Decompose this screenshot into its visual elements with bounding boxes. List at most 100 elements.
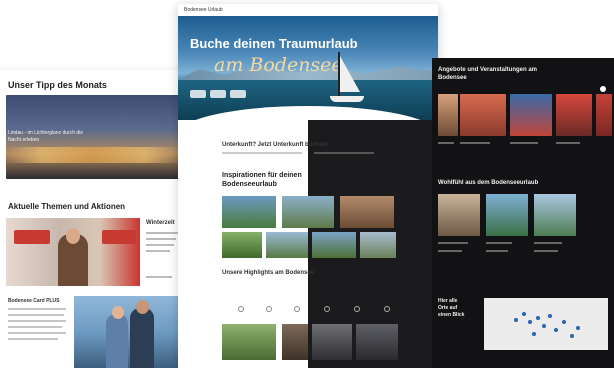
map-marker-icon[interactable] <box>514 318 518 322</box>
hero-button-row <box>190 90 246 98</box>
top-nav: Bodensee Urlaub <box>178 4 438 16</box>
text-placeholder-line <box>534 250 558 252</box>
highlight-thumb[interactable] <box>312 324 352 360</box>
offers-title-line1: Angebote und Veranstaltungen am <box>438 67 538 73</box>
text-placeholder-line <box>146 276 172 278</box>
inspiration-thumb[interactable] <box>266 232 308 258</box>
card-plus-title: Bodensee Card PLUS <box>8 298 60 304</box>
text-placeholder-line <box>146 250 170 252</box>
highlight-icon[interactable] <box>384 306 390 312</box>
map-title-line3: einen Blick <box>438 312 465 318</box>
text-placeholder-line <box>8 308 66 310</box>
inspiration-title-line2: Bodenseeurlaub <box>222 181 277 188</box>
text-placeholder-line <box>8 332 66 334</box>
text-placeholder-line <box>8 326 62 328</box>
right-page-mockup: Angebote und Veranstaltungen am Bodensee… <box>432 58 614 368</box>
highlight-thumb[interactable] <box>222 324 276 360</box>
text-placeholder-line <box>146 232 178 234</box>
map-marker-icon[interactable] <box>542 324 546 328</box>
map-marker-icon[interactable] <box>570 334 574 338</box>
map-title-line1: Hier alle <box>438 298 458 304</box>
person-face <box>66 228 80 244</box>
city-lights <box>6 147 180 163</box>
text-placeholder-line <box>460 142 490 144</box>
offers-title: Angebote und Veranstaltungen am Bodensee <box>438 66 537 82</box>
person-face <box>136 300 149 314</box>
map-marker-icon[interactable] <box>528 320 532 324</box>
highlight-thumb[interactable] <box>282 324 308 360</box>
red-van-shape <box>14 230 50 244</box>
accommodation-question[interactable]: Unterkunft? Jetzt Unterkunft buchen! <box>222 142 328 148</box>
text-placeholder-line <box>486 242 512 244</box>
map-title: Hier alle Orte auf einen Blick <box>438 298 464 319</box>
carousel-next-icon[interactable] <box>600 86 606 92</box>
map-marker-icon[interactable] <box>548 314 552 318</box>
center-page-mockup: Bodensee Urlaub Buche deinen Traumurlaub… <box>178 4 438 368</box>
text-placeholder-line <box>510 142 538 144</box>
text-placeholder-line <box>534 242 562 244</box>
offer-card[interactable] <box>438 94 458 136</box>
text-placeholder-line <box>8 314 64 316</box>
map-marker-icon[interactable] <box>562 320 566 324</box>
person-shape <box>130 308 154 368</box>
highlight-icon[interactable] <box>266 306 272 312</box>
text-placeholder-line <box>8 320 66 322</box>
hero-script-title: am Bodensee <box>214 54 343 76</box>
highlight-icon[interactable] <box>354 306 360 312</box>
topics-title: Aktuelle Themen und Aktionen <box>8 202 126 211</box>
map-marker-icon[interactable] <box>576 326 580 330</box>
tip-of-month-text: Lindau - im Lichterglanz durch die Nacht… <box>8 130 84 143</box>
wellbeing-photo[interactable] <box>438 194 480 236</box>
red-van-shape <box>102 230 136 244</box>
hero-chip-button[interactable] <box>230 90 246 98</box>
inspiration-title: Inspirationen für deinen Bodenseeurlaub <box>222 171 302 189</box>
offer-card[interactable] <box>596 94 612 136</box>
tip-of-month-title: Unser Tipp des Monats <box>8 80 107 90</box>
topic-card-image[interactable] <box>6 218 140 286</box>
inspiration-title-line1: Inspirationen für deinen <box>222 172 302 179</box>
wellbeing-photo[interactable] <box>486 194 528 236</box>
wellbeing-photo[interactable] <box>534 194 576 236</box>
text-placeholder-line <box>556 142 580 144</box>
map-marker-icon[interactable] <box>536 316 540 320</box>
text-placeholder-line <box>222 152 302 154</box>
offer-card[interactable] <box>556 94 592 136</box>
inspiration-thumb[interactable] <box>222 232 262 258</box>
offer-card[interactable] <box>510 94 552 136</box>
sail-shape <box>340 56 360 92</box>
map-marker-icon[interactable] <box>532 332 536 336</box>
text-placeholder-line <box>438 250 462 252</box>
site-logo[interactable]: Bodensee Urlaub <box>184 7 223 13</box>
inspiration-thumb[interactable] <box>360 232 396 258</box>
hero-chip-button[interactable] <box>190 90 206 98</box>
map-marker-icon[interactable] <box>554 328 558 332</box>
hero-title: Buche deinen Traumurlaub <box>190 36 358 51</box>
couple-photo[interactable] <box>74 296 182 368</box>
inspiration-thumb[interactable] <box>222 196 276 228</box>
highlight-icon[interactable] <box>324 306 330 312</box>
highlights-title: Unsere Highlights am Bodensee <box>222 270 315 276</box>
highlight-icon[interactable] <box>238 306 244 312</box>
text-placeholder-line <box>314 152 374 154</box>
map-title-line2: Orte auf <box>438 305 458 311</box>
inspiration-thumb[interactable] <box>312 232 356 258</box>
hero-banner: Buche deinen Traumurlaub am Bodensee <box>178 16 438 134</box>
map-marker-icon[interactable] <box>522 312 526 316</box>
offer-card[interactable] <box>460 94 506 136</box>
inspiration-thumb[interactable] <box>282 196 334 228</box>
left-page-mockup: Unser Tipp des Monats Lindau - im Lichte… <box>0 70 186 368</box>
region-map[interactable] <box>484 298 608 350</box>
hero-chip-button[interactable] <box>210 90 226 98</box>
text-placeholder-line <box>486 250 508 252</box>
sailboat-icon <box>330 52 364 102</box>
mockup-stage: Unser Tipp des Monats Lindau - im Lichte… <box>0 0 614 368</box>
person-shape <box>106 314 128 368</box>
text-placeholder-line <box>438 242 468 244</box>
highlight-thumb[interactable] <box>356 324 398 360</box>
text-placeholder-line <box>438 142 454 144</box>
text-placeholder-line <box>8 338 58 340</box>
inspiration-thumb[interactable] <box>340 196 394 228</box>
side-topic-title[interactable]: Winterzeit <box>146 220 175 226</box>
highlight-icon[interactable] <box>294 306 300 312</box>
offers-title-line2: Bodensee <box>438 75 467 81</box>
